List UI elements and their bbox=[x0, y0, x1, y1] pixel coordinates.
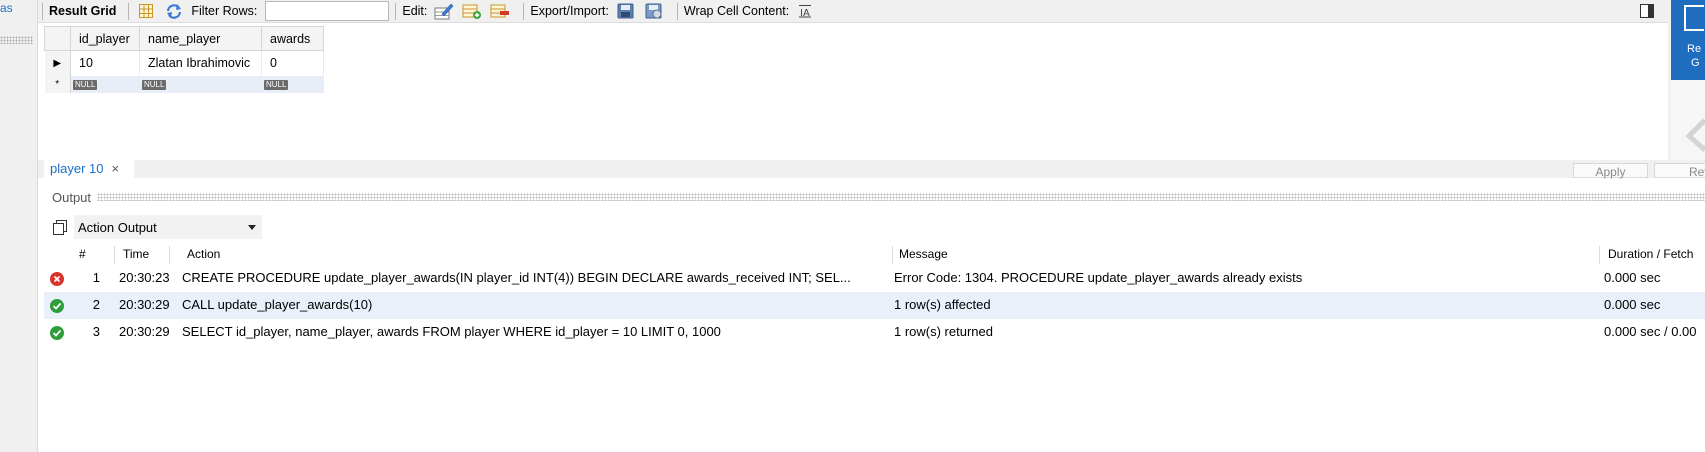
chevron-down-icon bbox=[248, 224, 256, 230]
delete-row-icon[interactable] bbox=[489, 1, 511, 21]
add-row-icon[interactable] bbox=[461, 1, 483, 21]
row-time: 20:30:29 bbox=[119, 324, 170, 339]
column-header-num[interactable]: # bbox=[79, 247, 86, 261]
close-icon[interactable]: × bbox=[111, 161, 119, 176]
output-type-value: Action Output bbox=[78, 219, 157, 235]
grid-header-row: id_player name_player awards bbox=[44, 26, 324, 51]
row-duration: 0.000 sec / 0.00 bbox=[1604, 324, 1697, 339]
revert-button[interactable]: Rev bbox=[1654, 163, 1705, 179]
result-grid-toolbar: Result Grid Filter Rows: Edit: Export/Im… bbox=[38, 0, 1668, 23]
tab-label: player 10 bbox=[50, 160, 104, 176]
column-header-name-player[interactable]: name_player bbox=[139, 26, 262, 51]
null-badge: NULL bbox=[73, 79, 98, 90]
grid-layout-icon[interactable] bbox=[135, 1, 157, 21]
filter-rows-input[interactable] bbox=[265, 1, 390, 21]
apply-button[interactable]: Apply bbox=[1573, 163, 1648, 179]
cell-id-player[interactable]: 10 bbox=[70, 50, 140, 76]
output-row[interactable]: 2 20:30:29 CALL update_player_awards(10)… bbox=[44, 292, 1705, 319]
output-row[interactable]: 3 20:30:29 SELECT id_player, name_player… bbox=[44, 319, 1705, 346]
column-header-time[interactable]: Time bbox=[123, 247, 149, 261]
toolbar-separator bbox=[42, 2, 43, 20]
row-number: 3 bbox=[92, 324, 100, 339]
success-icon bbox=[50, 326, 64, 340]
edit-row-icon[interactable] bbox=[433, 1, 455, 21]
toolbar-separator bbox=[128, 2, 130, 20]
row-action: SELECT id_player, name_player, awards FR… bbox=[182, 324, 721, 339]
row-message: Error Code: 1304. PROCEDURE update_playe… bbox=[894, 270, 1303, 285]
cell-id-player-new[interactable]: NULL bbox=[70, 75, 140, 93]
refresh-icon[interactable] bbox=[163, 1, 185, 21]
filter-rows-label: Filter Rows: bbox=[191, 4, 258, 18]
null-badge: NULL bbox=[264, 79, 289, 90]
copy-icon[interactable] bbox=[52, 219, 68, 235]
export-import-label: Export/Import: bbox=[530, 4, 609, 18]
output-title: Output bbox=[52, 189, 92, 205]
row-number: 1 bbox=[92, 270, 100, 285]
row-time: 20:30:23 bbox=[119, 270, 170, 285]
form-editor-icon bbox=[1685, 118, 1705, 152]
row-duration: 0.000 sec bbox=[1604, 270, 1661, 285]
toggle-sidebar-icon[interactable] bbox=[1636, 1, 1658, 21]
query-tab-bar: player 10 × Apply Rev bbox=[38, 160, 1705, 179]
tab-player-10[interactable]: player 10 × bbox=[44, 160, 134, 178]
schemas-tab-fragment[interactable]: as bbox=[0, 1, 13, 15]
output-table-header: # Time Action Message Duration / Fetch bbox=[44, 244, 1705, 264]
row-message: 1 row(s) returned bbox=[894, 324, 993, 339]
splitter-grip[interactable] bbox=[0, 36, 33, 44]
result-grid-label: Result Grid bbox=[49, 4, 117, 18]
import-icon[interactable] bbox=[643, 1, 665, 21]
null-badge: NULL bbox=[142, 79, 167, 90]
row-action: CREATE PROCEDURE update_player_awards(IN… bbox=[182, 270, 851, 285]
side-tab-label-line1: Re bbox=[1687, 43, 1702, 55]
output-header: Output bbox=[44, 186, 1705, 208]
column-header-duration[interactable]: Duration / Fetch bbox=[1608, 247, 1693, 261]
new-row-marker: * bbox=[44, 75, 71, 93]
output-toolbar: Action Output bbox=[44, 214, 262, 240]
output-row[interactable]: 1 20:30:23 CREATE PROCEDURE update_playe… bbox=[44, 265, 1705, 292]
column-header-id-player[interactable]: id_player bbox=[70, 26, 140, 51]
grid-view-icon bbox=[1684, 5, 1704, 31]
row-number: 2 bbox=[92, 297, 100, 312]
side-tab-inactive[interactable] bbox=[1671, 80, 1705, 160]
table-row[interactable]: ▶ 10 Zlatan Ibrahimovic 0 bbox=[44, 50, 324, 76]
wrap-cell-content-label: Wrap Cell Content: bbox=[683, 4, 790, 18]
column-header-awards[interactable]: awards bbox=[261, 26, 324, 51]
toolbar-separator bbox=[676, 2, 678, 20]
output-type-select[interactable]: Action Output bbox=[74, 215, 262, 239]
cell-name-player[interactable]: Zlatan Ibrahimovic bbox=[139, 50, 262, 76]
side-tab-label-line2: G bbox=[1691, 57, 1700, 69]
export-icon[interactable] bbox=[615, 1, 637, 21]
row-action: CALL update_player_awards(10) bbox=[182, 297, 373, 312]
grid-corner-cell[interactable] bbox=[44, 26, 71, 51]
column-header-action[interactable]: Action bbox=[187, 247, 220, 261]
toolbar-separator bbox=[395, 2, 397, 20]
current-row-marker-icon: ▶ bbox=[44, 50, 71, 76]
wrap-text-icon[interactable]: IA bbox=[795, 1, 817, 21]
cell-awards[interactable]: 0 bbox=[261, 50, 324, 76]
result-grid-side-tab[interactable]: Re G bbox=[1671, 0, 1705, 80]
row-duration: 0.000 sec bbox=[1604, 297, 1661, 312]
result-grid-table[interactable]: id_player name_player awards ▶ 10 Zlatan… bbox=[44, 26, 324, 93]
new-row[interactable]: * NULL NULL NULL bbox=[44, 75, 324, 93]
success-icon bbox=[50, 299, 64, 313]
column-header-message[interactable]: Message bbox=[899, 247, 948, 261]
output-splitter-grip[interactable] bbox=[97, 193, 1705, 201]
row-time: 20:30:29 bbox=[119, 297, 170, 312]
cell-name-player-new[interactable]: NULL bbox=[139, 75, 262, 93]
left-panel-strip: as bbox=[0, 0, 38, 452]
row-message: 1 row(s) affected bbox=[894, 297, 991, 312]
error-icon bbox=[50, 272, 64, 286]
cell-awards-new[interactable]: NULL bbox=[261, 75, 324, 93]
edit-label: Edit: bbox=[402, 4, 428, 18]
toolbar-separator bbox=[523, 2, 525, 20]
